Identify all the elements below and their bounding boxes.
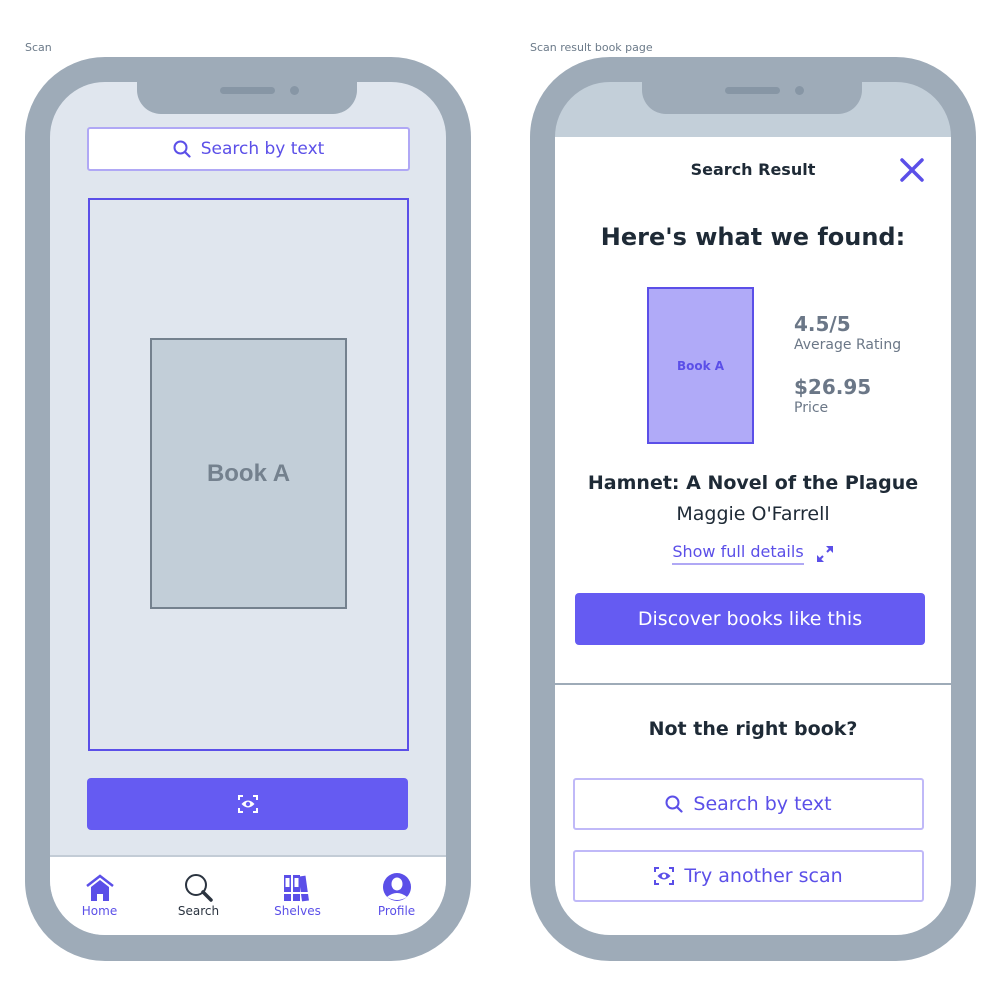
screen: Search by text Book A Home Search Shelve…: [50, 82, 446, 935]
tab-search[interactable]: Search: [149, 857, 248, 935]
scan-eye-icon: [654, 867, 675, 885]
search-by-text-label: Search by text: [200, 139, 325, 159]
price-stat: $26.95 Price: [794, 375, 871, 416]
try-another-scan-button[interactable]: Try another scan: [573, 850, 924, 902]
bottom-tab-bar: Home Search Shelves Profile: [50, 855, 446, 935]
tab-home-label: Home: [81, 904, 118, 918]
scanned-book-label: Book A: [206, 459, 291, 487]
frame-label-scan: Scan: [25, 41, 52, 54]
profile-icon: [382, 873, 411, 901]
scan-button[interactable]: [87, 778, 408, 830]
phone-scan-screen: Search by text Book A Home Search Shelve…: [25, 57, 471, 961]
section-divider: [555, 683, 951, 685]
details-row: Show full details: [555, 542, 951, 565]
search-by-text-label: Search by text: [693, 793, 832, 815]
book-cover: Book A: [647, 287, 754, 444]
tab-search-label: Search: [177, 904, 220, 918]
show-full-details-link[interactable]: Show full details: [672, 542, 804, 565]
tab-home[interactable]: Home: [50, 857, 149, 935]
tab-shelves-label: Shelves: [274, 904, 321, 918]
search-icon: [665, 795, 684, 813]
modal-title: Search Result: [690, 160, 816, 179]
try-another-scan-label: Try another scan: [684, 865, 843, 887]
frame-label-scan-result: Scan result book page: [530, 41, 653, 54]
tab-profile[interactable]: Profile: [347, 857, 446, 935]
close-button[interactable]: [899, 157, 925, 183]
home-icon: [85, 874, 114, 901]
search-icon: [184, 874, 213, 902]
book-author: Maggie O'Farrell: [676, 503, 830, 525]
phone-notch: [137, 82, 357, 114]
discover-books-button[interactable]: Discover books like this: [575, 593, 925, 645]
viewfinder-content: Book A: [88, 198, 409, 751]
speaker: [220, 87, 275, 94]
expand-icon[interactable]: [816, 545, 834, 563]
camera: [795, 86, 804, 95]
price-value: $26.95: [794, 375, 872, 399]
search-icon: [173, 140, 191, 158]
speaker: [725, 87, 780, 94]
phone-notch: [642, 82, 862, 114]
shelves-icon: [282, 875, 313, 902]
tab-profile-label: Profile: [377, 904, 416, 918]
rating-label: Average Rating: [794, 337, 902, 353]
tab-shelves[interactable]: Shelves: [248, 857, 347, 935]
search-result-modal: Search Result Here's what we found: Book…: [555, 137, 951, 935]
not-right-book-heading: Not the right book?: [648, 718, 858, 740]
phone-result-screen: Search Result Here's what we found: Book…: [530, 57, 976, 961]
rating-stat: 4.5/5 Average Rating: [794, 312, 901, 353]
camera: [290, 86, 299, 95]
result-heading: Here's what we found:: [600, 223, 906, 251]
scanned-book-cover: Book A: [150, 338, 347, 609]
search-by-text-button[interactable]: Search by text: [573, 778, 924, 830]
price-label: Price: [794, 400, 829, 416]
scan-eye-icon: [237, 795, 258, 813]
screen: Search Result Here's what we found: Book…: [555, 82, 951, 935]
book-cover-label: Book A: [676, 358, 725, 373]
close-icon: [900, 158, 924, 182]
book-title: Hamnet: A Novel of the Plague: [587, 472, 919, 494]
rating-value: 4.5/5: [794, 312, 851, 336]
search-by-text-button[interactable]: Search by text: [87, 127, 410, 171]
